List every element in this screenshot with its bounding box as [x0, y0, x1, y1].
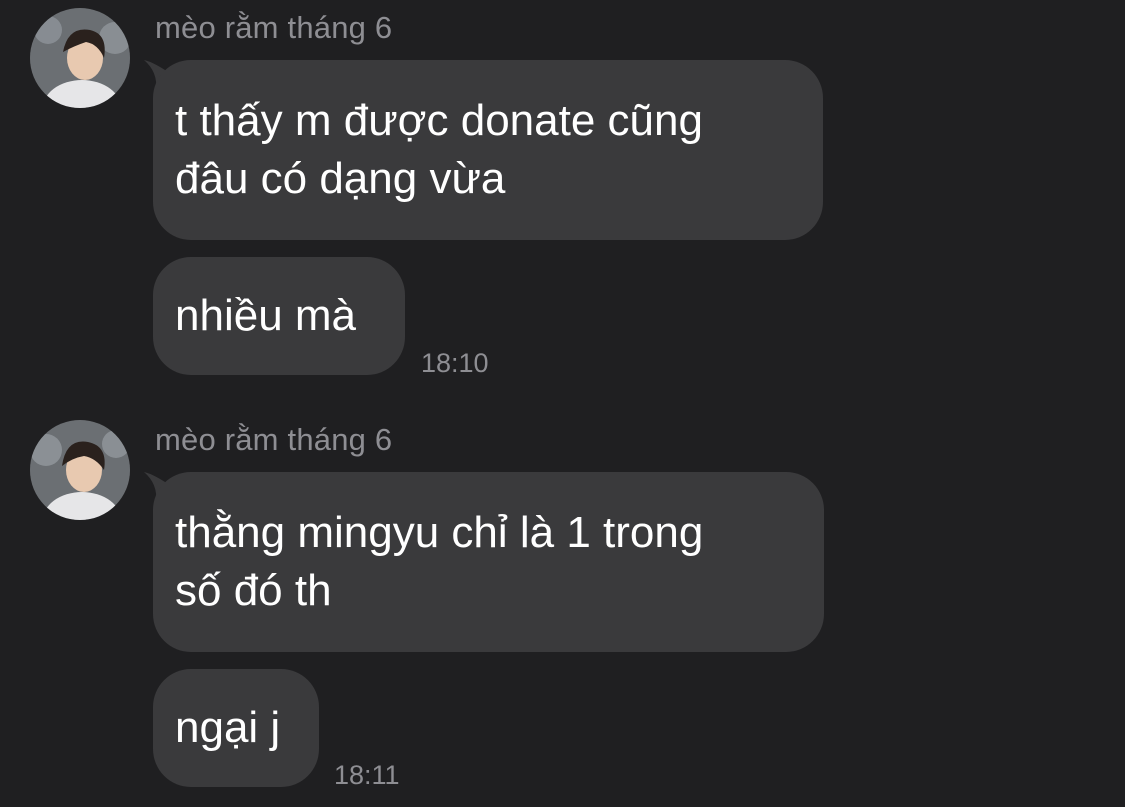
sender-avatar[interactable] — [30, 8, 130, 108]
sender-name: mèo rằm tháng 6 — [155, 422, 393, 457]
sender-avatar[interactable] — [30, 420, 130, 520]
avatar-photo-icon — [30, 8, 130, 108]
message-timestamp: 18:10 — [421, 348, 489, 378]
message-bubble[interactable]: nhiều mà — [153, 257, 405, 375]
message-bubble[interactable]: thằng mingyu chỉ là 1 trong số đó th — [153, 472, 824, 652]
avatar-photo-icon — [30, 420, 130, 520]
message-timestamp: 18:11 — [334, 760, 400, 790]
sender-name: mèo rằm tháng 6 — [155, 10, 393, 45]
message-bubble[interactable]: t thấy m được donate cũng đâu có dạng vừ… — [153, 60, 823, 240]
message-bubble[interactable]: ngại j — [153, 669, 319, 787]
